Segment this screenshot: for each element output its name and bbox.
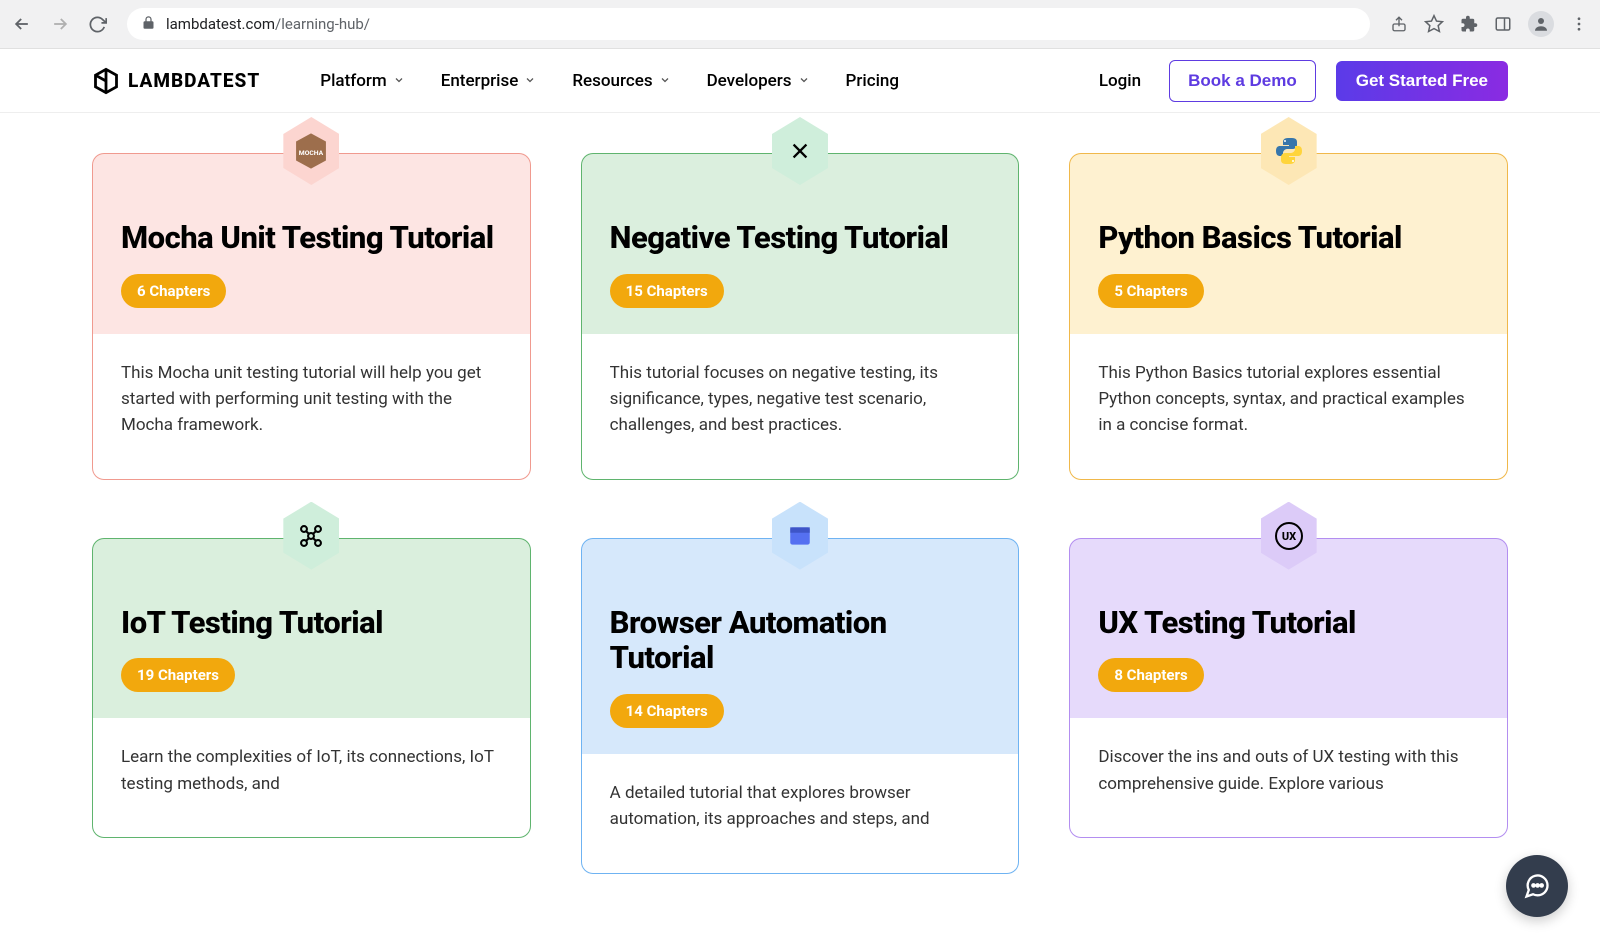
get-started-button[interactable]: Get Started Free — [1336, 61, 1508, 101]
chevron-down-icon — [659, 71, 671, 91]
card-desc: This Mocha unit testing tutorial will he… — [121, 360, 502, 439]
nav-developers[interactable]: Developers — [707, 71, 810, 91]
card-desc: This tutorial focuses on negative testin… — [610, 360, 991, 439]
logo-icon — [92, 67, 120, 95]
browser-right-icons — [1390, 11, 1588, 37]
card-desc: This Python Basics tutorial explores ess… — [1098, 360, 1479, 439]
chapters-badge: 8 Chapters — [1098, 658, 1203, 692]
side-panel-icon[interactable] — [1494, 15, 1512, 33]
ux-icon: UX — [1261, 508, 1317, 564]
svg-text:UX: UX — [1282, 530, 1296, 543]
chat-bubble-button[interactable] — [1506, 855, 1568, 917]
book-demo-button[interactable]: Book a Demo — [1169, 60, 1316, 102]
back-icon[interactable] — [12, 14, 32, 34]
menu-dots-icon[interactable] — [1570, 15, 1588, 33]
reload-icon[interactable] — [88, 15, 107, 34]
python-icon — [1261, 123, 1317, 179]
tutorial-card-browser-automation[interactable]: Browser Automation Tutorial 14 Chapters … — [581, 538, 1020, 874]
chapters-badge: 6 Chapters — [121, 274, 226, 308]
card-title: Python Basics Tutorial — [1098, 220, 1479, 256]
svg-text:MOCHA: MOCHA — [299, 149, 324, 157]
chapters-badge: 14 Chapters — [610, 694, 724, 728]
logo-text: LAMBDATEST — [128, 69, 260, 92]
tutorial-card-ux[interactable]: UX UX Testing Tutorial 8 Chapters Discov… — [1069, 538, 1508, 874]
nav-platform[interactable]: Platform — [320, 71, 404, 91]
nav-enterprise[interactable]: Enterprise — [441, 71, 537, 91]
forward-icon[interactable] — [50, 14, 70, 34]
card-title: Browser Automation Tutorial — [610, 605, 991, 676]
logo[interactable]: LAMBDATEST — [92, 67, 260, 95]
card-desc: Learn the complexities of IoT, its conne… — [121, 744, 502, 797]
browser-chrome: lambdatest.com/learning-hub/ — [0, 0, 1600, 49]
share-icon[interactable] — [1390, 15, 1408, 33]
tutorial-card-iot[interactable]: IoT Testing Tutorial 19 Chapters Learn t… — [92, 538, 531, 874]
card-title: Negative Testing Tutorial — [610, 220, 991, 256]
x-icon — [772, 123, 828, 179]
chapters-badge: 15 Chapters — [610, 274, 724, 308]
card-title: IoT Testing Tutorial — [121, 605, 502, 641]
card-desc: A detailed tutorial that explores browse… — [610, 780, 991, 833]
chapters-badge: 5 Chapters — [1098, 274, 1203, 308]
chevron-down-icon — [798, 71, 810, 91]
iot-icon — [283, 508, 339, 564]
mocha-icon: MOCHA — [283, 123, 339, 179]
learning-hub-content: MOCHA Mocha Unit Testing Tutorial 6 Chap… — [0, 113, 1600, 874]
chat-icon — [1523, 872, 1551, 900]
lock-icon — [141, 15, 156, 34]
browser-nav-buttons — [12, 14, 107, 34]
card-title: Mocha Unit Testing Tutorial — [121, 220, 502, 256]
card-desc: Discover the ins and outs of UX testing … — [1098, 744, 1479, 797]
profile-icon[interactable] — [1528, 11, 1554, 37]
chevron-down-icon — [524, 71, 536, 91]
star-icon[interactable] — [1424, 14, 1444, 34]
site-header: LAMBDATEST Platform Enterprise Resources… — [0, 49, 1600, 113]
tutorial-card-negative[interactable]: Negative Testing Tutorial 15 Chapters Th… — [581, 153, 1020, 480]
url-text: lambdatest.com/learning-hub/ — [166, 15, 370, 33]
tutorial-card-python[interactable]: Python Basics Tutorial 5 Chapters This P… — [1069, 153, 1508, 480]
browser-window-icon — [772, 508, 828, 564]
tutorial-card-mocha[interactable]: MOCHA Mocha Unit Testing Tutorial 6 Chap… — [92, 153, 531, 480]
nav-pricing[interactable]: Pricing — [846, 71, 900, 91]
nav-resources[interactable]: Resources — [572, 71, 670, 91]
chapters-badge: 19 Chapters — [121, 658, 235, 692]
login-link[interactable]: Login — [1099, 71, 1141, 91]
address-bar[interactable]: lambdatest.com/learning-hub/ — [127, 8, 1370, 40]
card-title: UX Testing Tutorial — [1098, 605, 1479, 641]
extensions-icon[interactable] — [1460, 15, 1478, 33]
chevron-down-icon — [393, 71, 405, 91]
main-nav: Platform Enterprise Resources Developers… — [320, 71, 899, 91]
